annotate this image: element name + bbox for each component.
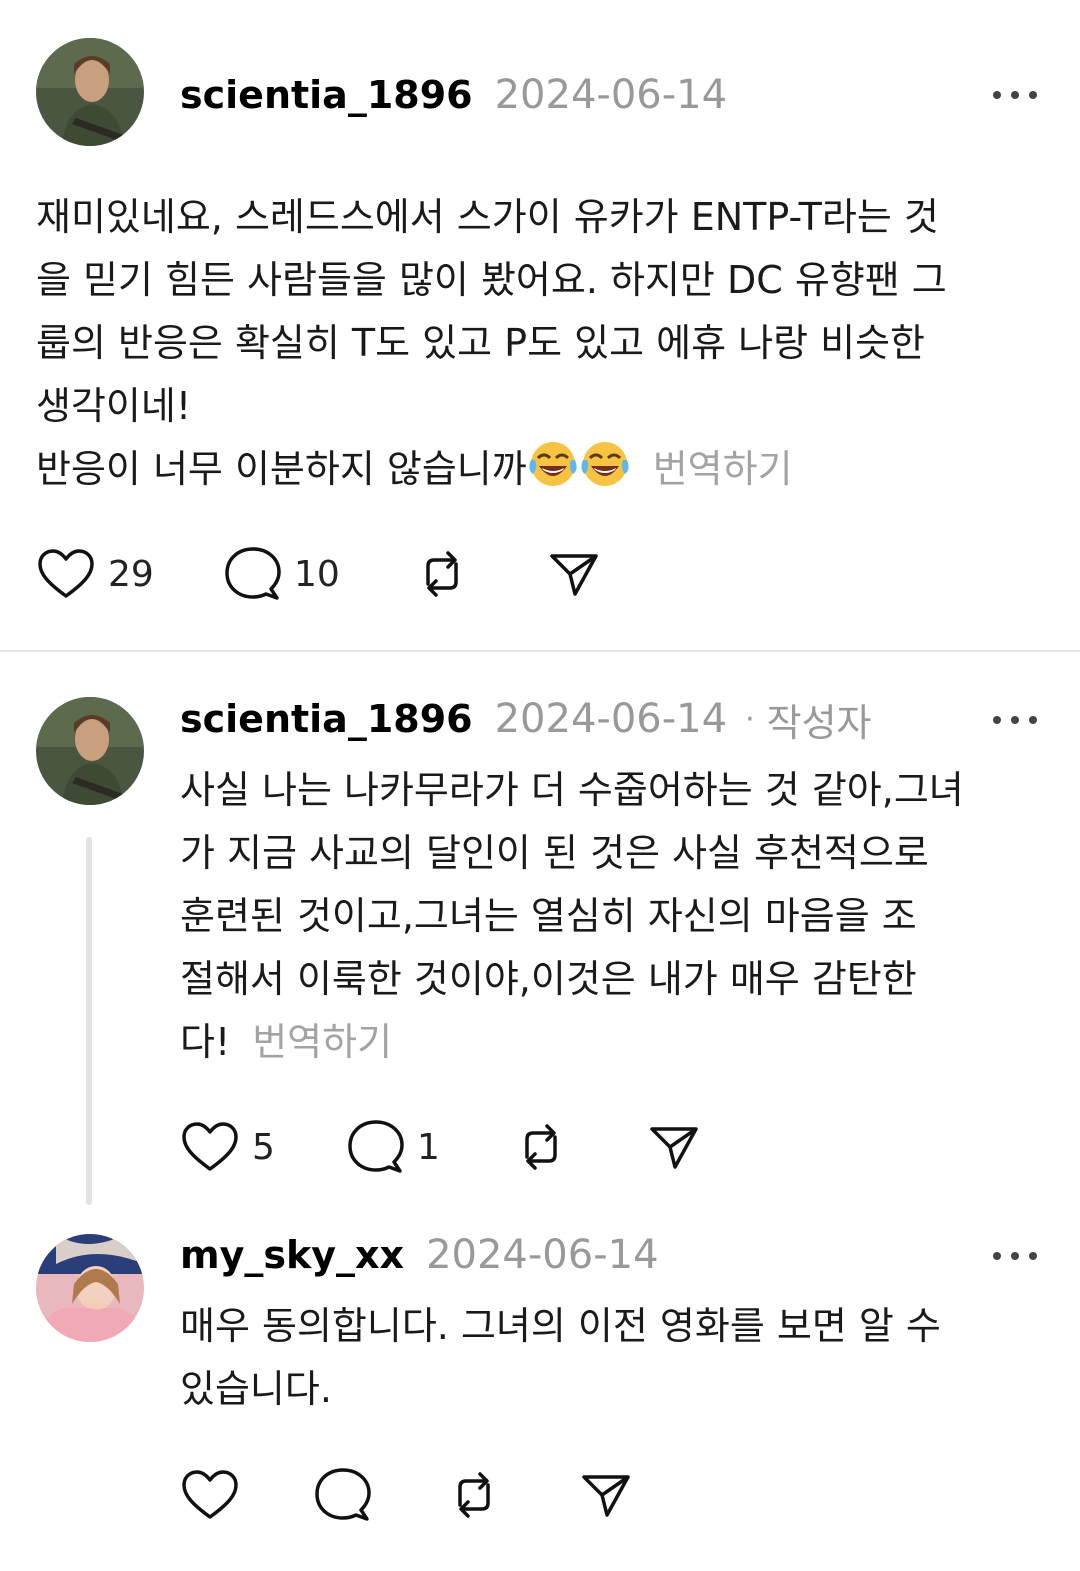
reply-text: 사실 나는 나카무라가 더 수줍어하는 것 같아,그녀 가 지금 사교의 달인이…: [180, 759, 964, 1074]
reply-text-line: 훈련된 것이고,그녀는 열심히 자신의 마음을 조: [180, 894, 917, 938]
comment-count: 1: [417, 1126, 440, 1168]
more-options-button[interactable]: [990, 705, 1040, 735]
tears-of-joy-emoji: [527, 438, 579, 490]
avatar-image: [36, 1234, 144, 1342]
comment-button[interactable]: 1: [347, 1117, 440, 1177]
repost-icon: [525, 1124, 557, 1170]
reply-text-line: 절해서 이룩한 것이야,이것은 내가 매우 감탄한: [180, 957, 917, 1001]
reply-actions: [180, 1465, 740, 1525]
comment-count: 10: [294, 553, 340, 595]
reply-date: 2024-06-14: [494, 696, 728, 742]
repost-button[interactable]: [513, 1117, 569, 1177]
repost-icon: [458, 1472, 490, 1518]
heart-icon: [182, 1470, 238, 1519]
share-button[interactable]: [648, 1117, 700, 1177]
translate-link[interactable]: 번역하기: [653, 447, 793, 491]
post-text-line: 룹의 반응은 확실히 T도 있고 P도 있고 에휴 나랑 비슷한: [36, 321, 926, 365]
tears-of-joy-emoji: [579, 438, 631, 490]
avatar-image: [36, 38, 144, 146]
share-button[interactable]: [580, 1465, 632, 1525]
avatar[interactable]: [36, 38, 144, 146]
like-button[interactable]: 5: [180, 1117, 275, 1177]
comment-button[interactable]: [314, 1465, 372, 1525]
repost-button[interactable]: [414, 544, 470, 604]
reply-text-line: 있습니다.: [180, 1367, 332, 1411]
heart-icon: [38, 549, 94, 598]
post-text-last-line: 반응이 너무 이분하지 않습니까 번역하기: [36, 438, 947, 501]
post-text-line: 을 믿기 힘든 사람들을 많이 봤어요. 하지만 DC 유향팬 그: [36, 258, 947, 302]
reply-text-line: 사실 나는 나카무라가 더 수줍어하는 것 같아,그녀: [180, 768, 964, 812]
like-button[interactable]: [180, 1465, 240, 1525]
username[interactable]: scientia_1896: [180, 697, 473, 741]
post-actions: 29 10: [36, 544, 636, 604]
reply-text-line: 가 지금 사교의 달인이 된 것은 사실 후천적으로: [180, 831, 929, 875]
avatar-image: [36, 697, 144, 805]
more-horizontal-icon: [993, 91, 1037, 99]
post-text-line: 반응이 너무 이분하지 않습니까: [36, 447, 527, 491]
reply-text-last-line: 다! 번역하기: [180, 1011, 964, 1074]
more-options-button[interactable]: [990, 80, 1040, 110]
thread-line: [86, 837, 92, 1205]
post-text-line: 생각이네!: [36, 384, 192, 428]
reply-header: my_sky_xx 2024-06-14: [180, 1230, 659, 1280]
reply-text: 매우 동의합니다. 그녀의 이전 영화를 보면 알 수 있습니다.: [180, 1295, 941, 1421]
post-text: 재미있네요, 스레드스에서 스가이 유카가 ENTP-T라는 것 을 믿기 힘든…: [36, 186, 947, 501]
reply-header: scientia_1896 2024-06-14 · 작성자: [180, 694, 872, 745]
send-icon: [550, 554, 598, 596]
comment-button[interactable]: 10: [224, 544, 340, 604]
share-button[interactable]: [548, 544, 600, 604]
like-count: 29: [108, 553, 154, 595]
comment-bubble-icon: [315, 1468, 371, 1521]
reply-actions: 5 1: [180, 1117, 740, 1177]
avatar[interactable]: [36, 697, 144, 805]
more-horizontal-icon: [993, 1252, 1037, 1260]
avatar[interactable]: [36, 1234, 144, 1342]
more-horizontal-icon: [993, 716, 1037, 724]
post-text-line: 재미있네요, 스레드스에서 스가이 유카가 ENTP-T라는 것: [36, 195, 939, 239]
author-tag: 작성자: [766, 700, 872, 745]
send-icon: [582, 1475, 630, 1517]
reply-text-line: 매우 동의합니다. 그녀의 이전 영화를 보면 알 수: [180, 1304, 941, 1348]
reply-date: 2024-06-14: [426, 1232, 659, 1278]
send-icon: [650, 1127, 698, 1169]
post-header: scientia_1896 2024-06-14: [180, 70, 727, 120]
comment-bubble-icon: [348, 1120, 404, 1173]
username[interactable]: my_sky_xx: [180, 1233, 404, 1277]
heart-icon: [182, 1122, 238, 1171]
like-count: 5: [252, 1126, 275, 1168]
separator-dot: ·: [745, 701, 755, 737]
post-date: 2024-06-14: [494, 72, 728, 118]
like-button[interactable]: 29: [36, 544, 154, 604]
repost-icon: [426, 551, 458, 597]
divider: [0, 650, 1080, 652]
more-options-button[interactable]: [990, 1241, 1040, 1271]
translate-link[interactable]: 번역하기: [252, 1020, 392, 1064]
reply-text-line: 다!: [180, 1020, 231, 1064]
username[interactable]: scientia_1896: [180, 73, 473, 117]
comment-bubble-icon: [225, 547, 281, 600]
repost-button[interactable]: [446, 1465, 502, 1525]
